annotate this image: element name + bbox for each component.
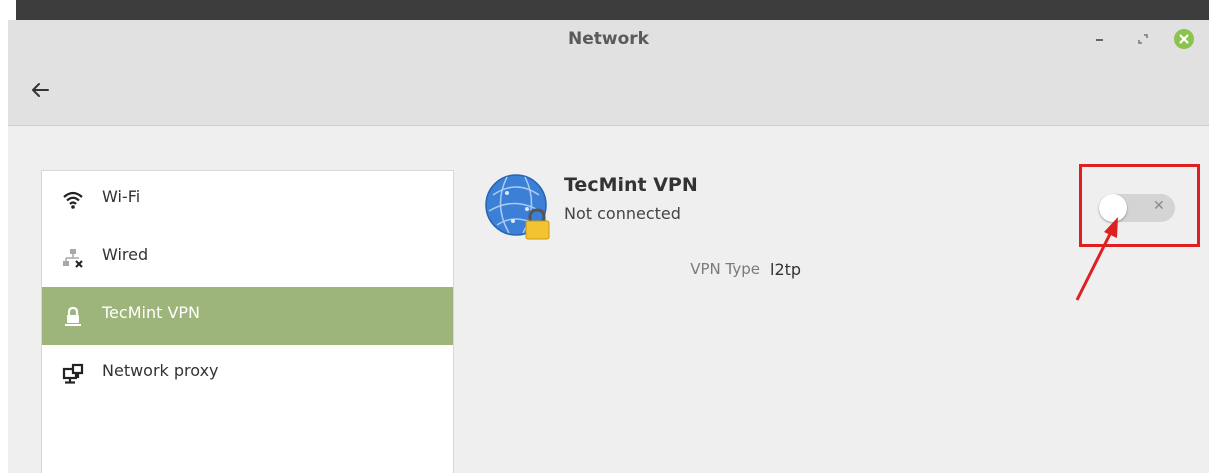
minimize-button[interactable] — [1088, 27, 1112, 51]
desktop-top-strip — [16, 0, 1209, 20]
sidebar-item-wifi[interactable]: Wi-Fi — [42, 171, 453, 229]
vpn-type-label: VPN Type — [690, 260, 760, 278]
wired-network-icon — [62, 247, 84, 269]
sidebar-item-label: TecMint VPN — [102, 303, 201, 322]
network-proxy-icon — [62, 363, 84, 385]
vpn-type-value: l2tp — [770, 260, 802, 279]
network-sidebar: Wi-Fi Wired TecMint VPN Network proxy — [41, 170, 454, 473]
wifi-icon — [62, 189, 84, 211]
sidebar-item-label: Network proxy — [102, 361, 219, 380]
vpn-globe-lock-icon — [485, 173, 555, 243]
maximize-icon — [1138, 34, 1148, 44]
vpn-connection-toggle[interactable]: ✕ — [1099, 194, 1175, 222]
vpn-connection-status: Not connected — [564, 204, 681, 223]
minimize-icon — [1096, 39, 1103, 41]
vpn-connection-name: TecMint VPN — [564, 174, 698, 196]
sidebar-item-tecmint-vpn[interactable]: TecMint VPN — [42, 287, 453, 345]
sidebar-item-label: Wi-Fi — [102, 187, 141, 206]
toggle-off-icon: ✕ — [1153, 198, 1165, 214]
close-button[interactable] — [1172, 27, 1196, 51]
maximize-button[interactable] — [1131, 27, 1155, 51]
sidebar-item-wired[interactable]: Wired — [42, 229, 453, 287]
toggle-knob[interactable] — [1099, 194, 1127, 222]
back-arrow-icon — [32, 83, 49, 97]
sidebar-item-label: Wired — [102, 245, 149, 264]
network-settings-window: Network Wi-Fi Wired TecMint VPN Network … — [8, 20, 1209, 473]
close-icon — [1174, 29, 1194, 49]
titlebar: Network — [8, 20, 1209, 126]
window-title: Network — [568, 29, 649, 49]
back-button[interactable] — [26, 76, 54, 104]
vpn-lock-icon — [62, 305, 84, 327]
sidebar-item-network-proxy[interactable]: Network proxy — [42, 345, 453, 403]
